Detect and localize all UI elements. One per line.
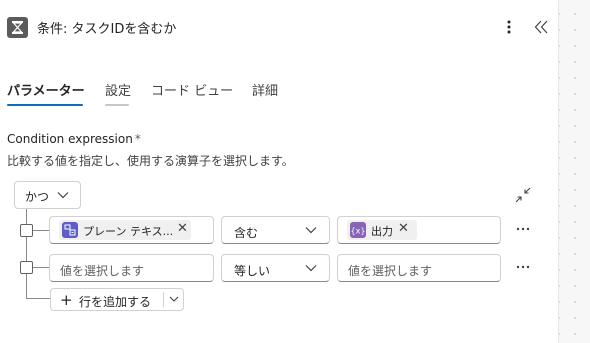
collapse-arrows-icon[interactable]	[514, 186, 532, 204]
dynamic-content-token[interactable]: プレーン テキス... ✕	[59, 220, 191, 240]
placeholder-text: 値を選択します	[60, 264, 145, 278]
tab-code-view[interactable]: コード ビュー	[151, 80, 233, 99]
operator-value: 含む	[234, 226, 259, 240]
row2-right-value-field[interactable]: 値を選択します	[337, 254, 501, 282]
svg-text:{x}: {x}	[351, 227, 366, 236]
plus-icon: +	[60, 291, 73, 309]
condition-expression-label: Condition expression *	[7, 132, 141, 146]
chevron-down-icon[interactable]	[169, 296, 179, 303]
expression-token[interactable]: {x} 出力 ✕	[347, 220, 417, 240]
more-horizontal-icon[interactable]	[515, 260, 531, 272]
text-variable-icon	[62, 222, 78, 238]
row1-right-value-field[interactable]: {x} 出力 ✕	[337, 216, 501, 244]
hover-tab-indicator	[105, 104, 129, 106]
add-row-label: 行を追加する	[79, 295, 152, 309]
condition-description: 比較する値を指定し、使用する演算子を選択します。	[7, 154, 294, 168]
active-tab-indicator	[7, 104, 83, 106]
row-checkbox[interactable]	[20, 224, 33, 237]
canvas-background	[558, 0, 590, 343]
placeholder-text: 値を選択します	[348, 264, 433, 278]
expression-icon: {x}	[350, 222, 366, 238]
divider	[163, 292, 164, 307]
group-operator-dropdown[interactable]: かつ	[14, 181, 81, 209]
required-marker: *	[134, 132, 141, 146]
chevron-down-icon	[305, 227, 317, 234]
row1-operator-dropdown[interactable]: 含む	[221, 216, 330, 244]
more-vertical-icon[interactable]	[502, 17, 516, 37]
action-details-panel: 条件: タスクIDを含むか パラメーター 設定 コード ビュー 詳細 Condi…	[0, 0, 558, 343]
chevron-down-icon	[57, 192, 69, 199]
more-horizontal-icon[interactable]	[515, 222, 531, 234]
row2-operator-dropdown[interactable]: 等しい	[221, 254, 330, 282]
row1-left-value-field[interactable]: プレーン テキス... ✕	[49, 216, 214, 244]
add-row-button[interactable]: + 行を追加する	[50, 288, 184, 311]
token-label: 出力	[371, 225, 393, 238]
chevron-down-icon	[305, 265, 317, 272]
tab-parameters[interactable]: パラメーター	[7, 80, 85, 99]
tab-settings[interactable]: 設定	[105, 80, 131, 99]
tab-details[interactable]: 詳細	[252, 80, 278, 99]
close-icon[interactable]: ✕	[177, 221, 188, 236]
row2-left-value-field[interactable]: 値を選択します	[49, 254, 214, 282]
condition-label-text: Condition expression	[7, 132, 133, 146]
operator-value: 等しい	[234, 264, 271, 278]
group-operator-value: かつ	[25, 190, 50, 204]
row-checkbox[interactable]	[20, 261, 33, 274]
tree-vertical-line	[26, 209, 27, 298]
double-chevron-left-icon[interactable]	[532, 18, 550, 36]
page-title: 条件: タスクIDを含むか	[37, 22, 177, 37]
token-label: プレーン テキス...	[83, 225, 174, 238]
tree-branch-line	[26, 298, 50, 299]
close-icon[interactable]: ✕	[398, 221, 409, 236]
condition-action-icon	[7, 17, 28, 38]
